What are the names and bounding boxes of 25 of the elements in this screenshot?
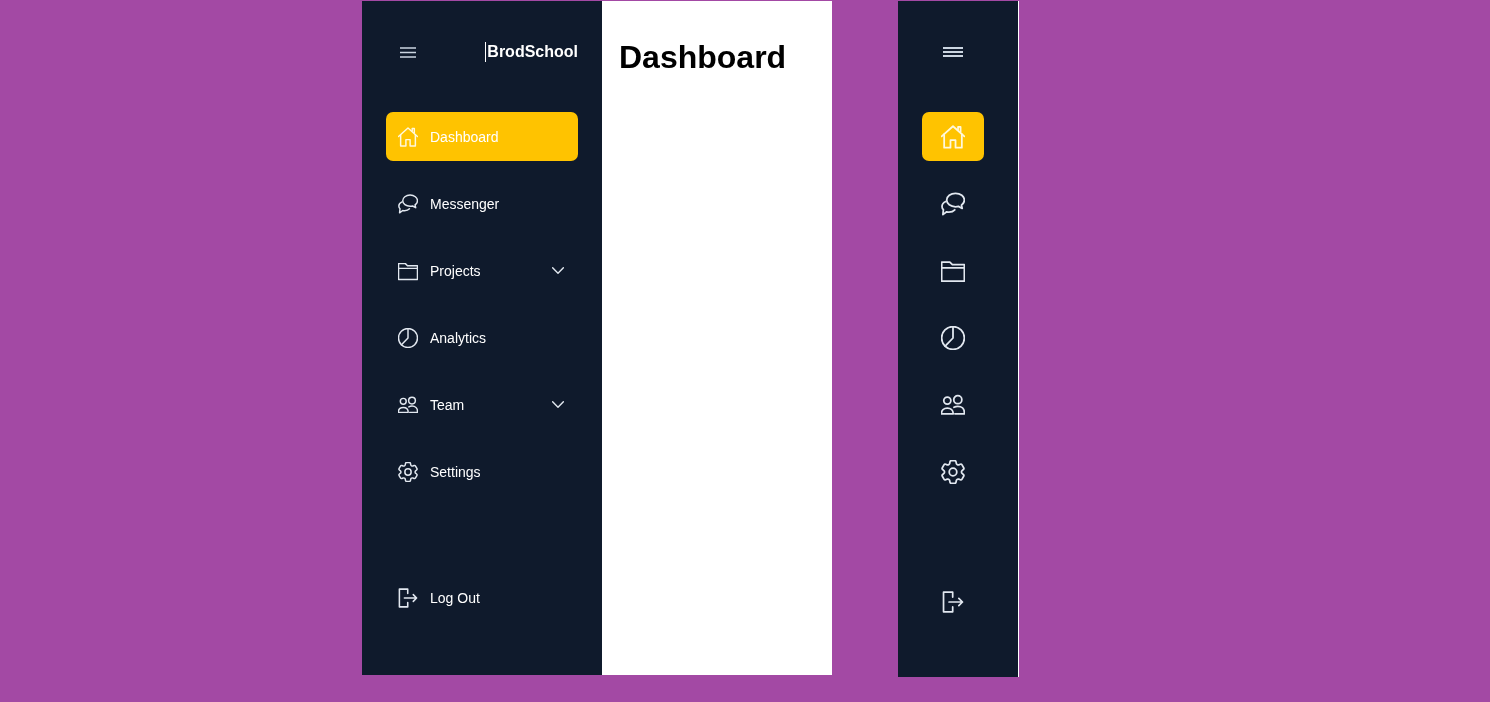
chat-bubbles-icon (398, 193, 418, 214)
users-icon (941, 392, 965, 417)
folder-icon (941, 258, 965, 283)
logout-icon (942, 590, 964, 613)
logout-button[interactable]: Log Out (386, 573, 578, 622)
nav-item[interactable]: Projects (386, 246, 578, 295)
pie-chart-icon (398, 327, 418, 348)
settings-icon (941, 459, 965, 484)
nav-item[interactable]: Team (386, 380, 578, 429)
logout-icon (398, 587, 418, 608)
app-logo: BrodSchool (487, 43, 578, 61)
chat-bubbles-icon (941, 191, 965, 216)
settings-icon (398, 461, 418, 482)
page-title: Dashboard (619, 38, 788, 76)
folder-icon (398, 260, 418, 281)
menu-icon[interactable] (943, 47, 963, 57)
nav-item[interactable]: Messenger (386, 179, 578, 228)
nav-item[interactable]: Settings (386, 447, 578, 496)
pie-chart-icon (941, 325, 965, 350)
nav-item[interactable]: Analytics (386, 313, 578, 362)
menu-icon[interactable] (400, 46, 416, 58)
home-icon (398, 126, 418, 147)
users-icon (398, 394, 418, 415)
home-icon (941, 124, 965, 149)
text-cursor (485, 42, 487, 62)
